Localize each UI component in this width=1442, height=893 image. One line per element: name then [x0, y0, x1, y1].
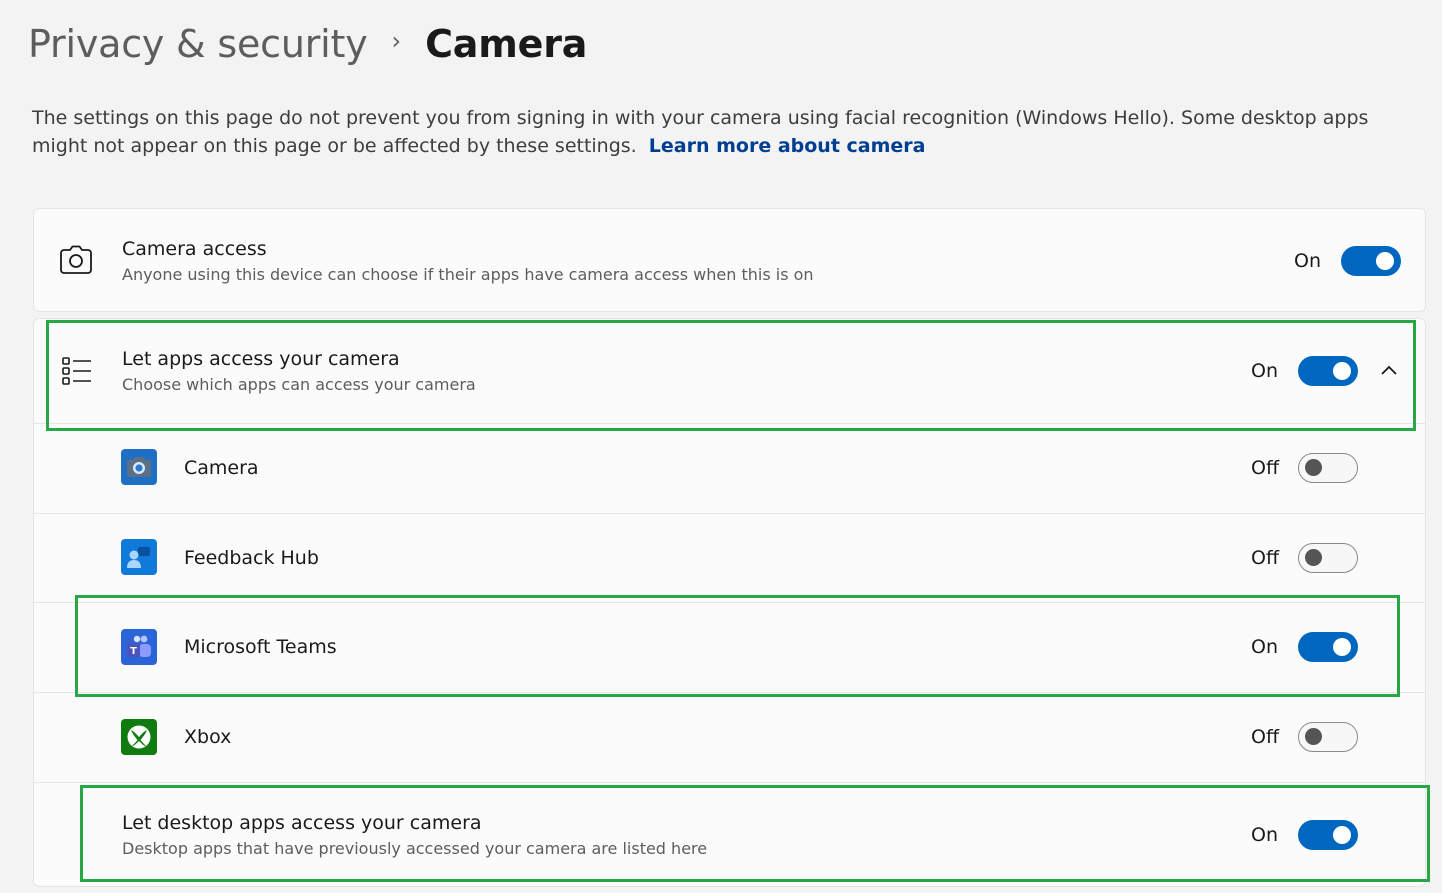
camera-access-title: Camera access — [122, 238, 267, 260]
breadcrumb: Privacy & security › Camera — [28, 22, 587, 66]
let-apps-toggle[interactable] — [1298, 356, 1358, 386]
app-row-microsoft-teams: T Microsoft Teams On — [33, 603, 1426, 693]
camera-access-state: On — [1294, 250, 1321, 272]
let-apps-access-row[interactable]: Let apps access your camera Choose which… — [33, 318, 1426, 424]
camera-access-subtitle: Anyone using this device can choose if t… — [122, 265, 814, 284]
teams-icon: T — [121, 629, 157, 665]
app-state: Off — [1251, 547, 1280, 569]
desktop-apps-subtitle: Desktop apps that have previously access… — [122, 839, 708, 858]
app-row-camera: Camera Off — [33, 424, 1426, 514]
feedback-hub-toggle[interactable] — [1298, 543, 1358, 573]
camera-access-toggle[interactable] — [1341, 246, 1401, 276]
app-name: Microsoft Teams — [184, 636, 337, 658]
camera-icon — [60, 245, 92, 274]
xbox-icon — [121, 719, 157, 755]
breadcrumb-parent[interactable]: Privacy & security — [28, 22, 368, 66]
desktop-apps-title: Let desktop apps access your camera — [122, 812, 482, 834]
camera-app-icon — [121, 449, 157, 485]
chevron-up-icon[interactable] — [1380, 364, 1398, 376]
app-row-xbox: Xbox Off — [33, 693, 1426, 783]
let-apps-title: Let apps access your camera — [122, 348, 400, 370]
let-apps-state: On — [1251, 360, 1278, 382]
app-row-feedback-hub: Feedback Hub Off — [33, 514, 1426, 603]
app-name: Xbox — [184, 726, 232, 748]
let-apps-subtitle: Choose which apps can access your camera — [122, 375, 476, 394]
feedback-hub-icon — [121, 539, 157, 575]
desktop-apps-toggle[interactable] — [1298, 820, 1358, 850]
desktop-apps-state: On — [1251, 824, 1278, 846]
camera-access-card: Camera access Anyone using this device c… — [33, 208, 1426, 312]
learn-more-link[interactable]: Learn more about camera — [649, 135, 926, 157]
app-name: Feedback Hub — [184, 547, 319, 569]
xbox-toggle[interactable] — [1298, 722, 1358, 752]
app-state: Off — [1251, 726, 1280, 748]
microsoft-teams-toggle[interactable] — [1298, 632, 1358, 662]
app-state: Off — [1251, 457, 1280, 479]
app-name: Camera — [184, 457, 259, 479]
app-state: On — [1251, 636, 1278, 658]
list-icon — [62, 357, 91, 385]
desktop-apps-row: Let desktop apps access your camera Desk… — [33, 783, 1426, 887]
page-description: The settings on this page do not prevent… — [32, 104, 1412, 160]
page-title: Camera — [425, 22, 588, 66]
breadcrumb-separator-icon: › — [391, 27, 402, 55]
camera-app-toggle[interactable] — [1298, 453, 1358, 483]
svg-text:T: T — [130, 646, 137, 657]
